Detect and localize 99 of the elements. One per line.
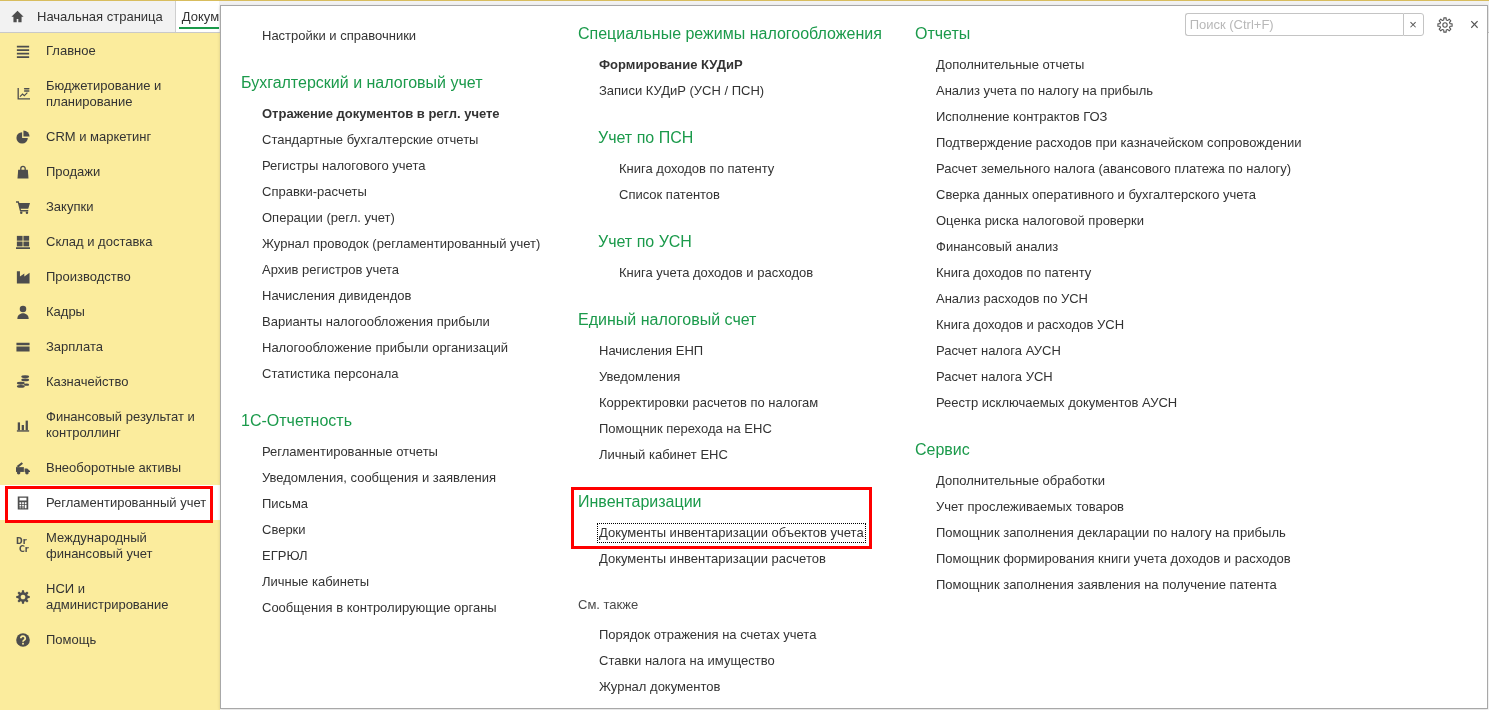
menu-link[interactable]: Книга доходов по патенту [617,159,777,179]
menu-link[interactable]: Дополнительные отчеты [934,55,1087,75]
menu-link[interactable]: Стандартные бухгалтерские отчеты [260,130,481,150]
shopping-bag-icon [16,164,30,179]
section-heading: Специальные режимы налогообложения [578,24,882,44]
settings-icon[interactable] [1436,16,1453,33]
sidebar-item[interactable]: Помощь [0,622,220,657]
menu-link[interactable]: Уведомления, сообщения и заявления [260,468,498,488]
sidebar-item[interactable]: CRM и маркетинг [0,119,220,154]
section-heading: Сервис [915,440,970,460]
sidebar-item[interactable]: Производство [0,259,220,294]
person-icon [16,304,30,319]
menu-link[interactable]: Расчет земельного налога (авансового платежа по налогу) [934,159,1294,179]
menu-link[interactable]: Начисления дивидендов [260,286,414,306]
menu-link[interactable]: Документы инвентаризации расчетов [597,549,828,569]
menu-link[interactable]: Записи КУДиР (УСН / ПСН) [597,81,767,101]
menu-link[interactable]: Ставки налога на имущество [597,651,777,671]
section-heading: Учет по ПСН [598,128,694,148]
sidebar-item[interactable]: Dr Cr Международный финансовый учет [0,520,220,571]
list-icon [16,43,30,58]
menu-link[interactable]: Список патентов [617,185,722,205]
sidebar-item[interactable]: Внеоборотные активы [0,450,220,485]
close-button[interactable]: × [1468,16,1480,33]
sidebar-item[interactable]: Кадры [0,294,220,329]
sidebar-item[interactable]: Главное [0,33,220,68]
section-heading: 1С-Отчетность [241,411,352,431]
menu-link[interactable]: Помощник заполнения декларации по налогу на прибыль [934,523,1288,543]
menu-link[interactable]: Личный кабинет ЕНС [597,445,730,465]
sidebar-item[interactable]: Склад и доставка [0,224,220,259]
menu-link[interactable]: Анализ учета по налогу на прибыль [934,81,1156,101]
menu-link[interactable]: Помощник перехода на ЕНС [597,419,774,439]
menu-link[interactable]: Журнал проводок (регламентированный учет) [260,234,543,254]
sidebar-item[interactable]: НСИ и администрирование [0,571,220,622]
menu-link[interactable]: Учет прослеживаемых товаров [934,497,1127,517]
menu-link[interactable]: Порядок отражения на счетах учета [597,625,819,645]
cart-icon [16,199,30,214]
tab[interactable]: Докум [175,1,220,32]
menu-link[interactable]: Регламентированные отчеты [260,442,440,462]
menu-link[interactable]: Книга учета доходов и расходов [617,263,816,283]
menu-link[interactable]: Дополнительные обработки [934,471,1107,491]
sidebar-item[interactable]: Финансовый результат и контроллинг [0,399,220,450]
section-heading: Инвентаризации [578,492,702,512]
menu-link[interactable]: Корректировки расчетов по налогам [597,393,821,413]
sidebar-item[interactable]: Казначейство [0,364,220,399]
section-heading: Отчеты [915,24,971,44]
home-icon [11,10,24,23]
menu-link[interactable]: Справки-расчеты [260,182,369,202]
section-heading: Бухгалтерский и налоговый учет [241,73,483,93]
menu-link[interactable]: Личные кабинеты [260,572,372,592]
menu-link[interactable]: Расчет налога УСН [934,367,1055,387]
menu-link[interactable]: Документы инвентаризации объектов учета [597,523,866,543]
sidebar-item[interactable]: Бюджетирование и планирование [0,68,220,119]
menu-link[interactable]: Сверки [260,520,308,540]
sidebar-item[interactable]: Регламентированный учет [0,485,220,520]
menu-link[interactable]: Операции (регл. учет) [260,208,397,228]
truck-icon [16,460,30,475]
chart-icon [16,86,30,101]
coins-icon [16,374,30,389]
menu-link[interactable]: Архив регистров учета [260,260,402,280]
menu-link[interactable]: Письма [260,494,311,514]
menu-link[interactable]: Помощник формирования книги учета доходов и расходов [934,549,1293,569]
menu-link[interactable]: Отражение документов в регл. учете [260,104,502,124]
menu-link[interactable]: ЕГРЮЛ [260,546,310,566]
grid-icon [16,234,30,249]
section-heading: Единый налоговый счет [578,310,757,330]
menu-link[interactable]: Реестр исключаемых документов АУСН [934,393,1180,413]
menu-link[interactable]: Помощник заполнения заявления на получение патента [934,575,1279,595]
menu-link[interactable]: Оценка риска налоговой проверки [934,211,1147,231]
menu-link[interactable]: Анализ расходов по УСН [934,289,1090,309]
settings-icon [16,589,30,604]
menu-link[interactable]: Расчет налога АУСН [934,341,1063,361]
clear-button[interactable]: × [1402,13,1424,36]
menu-link[interactable]: Книга доходов по патенту [934,263,1094,283]
icon-text: Dr Cr [16,537,30,554]
menu-link[interactable]: Формирование КУДиР [597,55,745,75]
menu-link[interactable]: Подтверждение расходов при казначейском сопровождении [934,133,1304,153]
pie-chart-icon [16,129,30,144]
sidebar-item[interactable]: Зарплата [0,329,220,364]
sidebar-item[interactable]: Закупки [0,189,220,224]
help-icon [16,632,30,647]
menu-link[interactable]: Начисления ЕНП [597,341,706,361]
menu-link[interactable]: Книга доходов и расходов УСН [934,315,1127,335]
menu-link[interactable]: Регистры налогового учета [260,156,428,176]
menu-link[interactable]: Сверка данных оперативного и бухгалтерского учета [934,185,1259,205]
calculator-icon [16,495,30,510]
menu-link[interactable]: Уведомления [597,367,683,387]
menu-link[interactable]: Налогообложение прибыли организаций [260,338,510,358]
search-field[interactable]: Поиск (Ctrl+F) [1184,13,1403,36]
sidebar-item[interactable]: Продажи [0,154,220,189]
menu-link[interactable]: Финансовый анализ [934,237,1061,257]
section-heading: См. также [578,596,639,614]
menu-link[interactable]: Сообщения в контролирующие органы [260,598,499,618]
factory-icon [16,269,30,284]
menu-link[interactable]: Статистика персонала [260,364,401,384]
section-heading: Учет по УСН [598,232,692,252]
menu-link[interactable]: Настройки и справочники [260,26,419,46]
menu-link[interactable]: Исполнение контрактов ГОЗ [934,107,1110,127]
menu-link[interactable]: Варианты налогообложения прибыли [260,312,492,332]
menu-link[interactable]: Журнал документов [597,677,723,697]
